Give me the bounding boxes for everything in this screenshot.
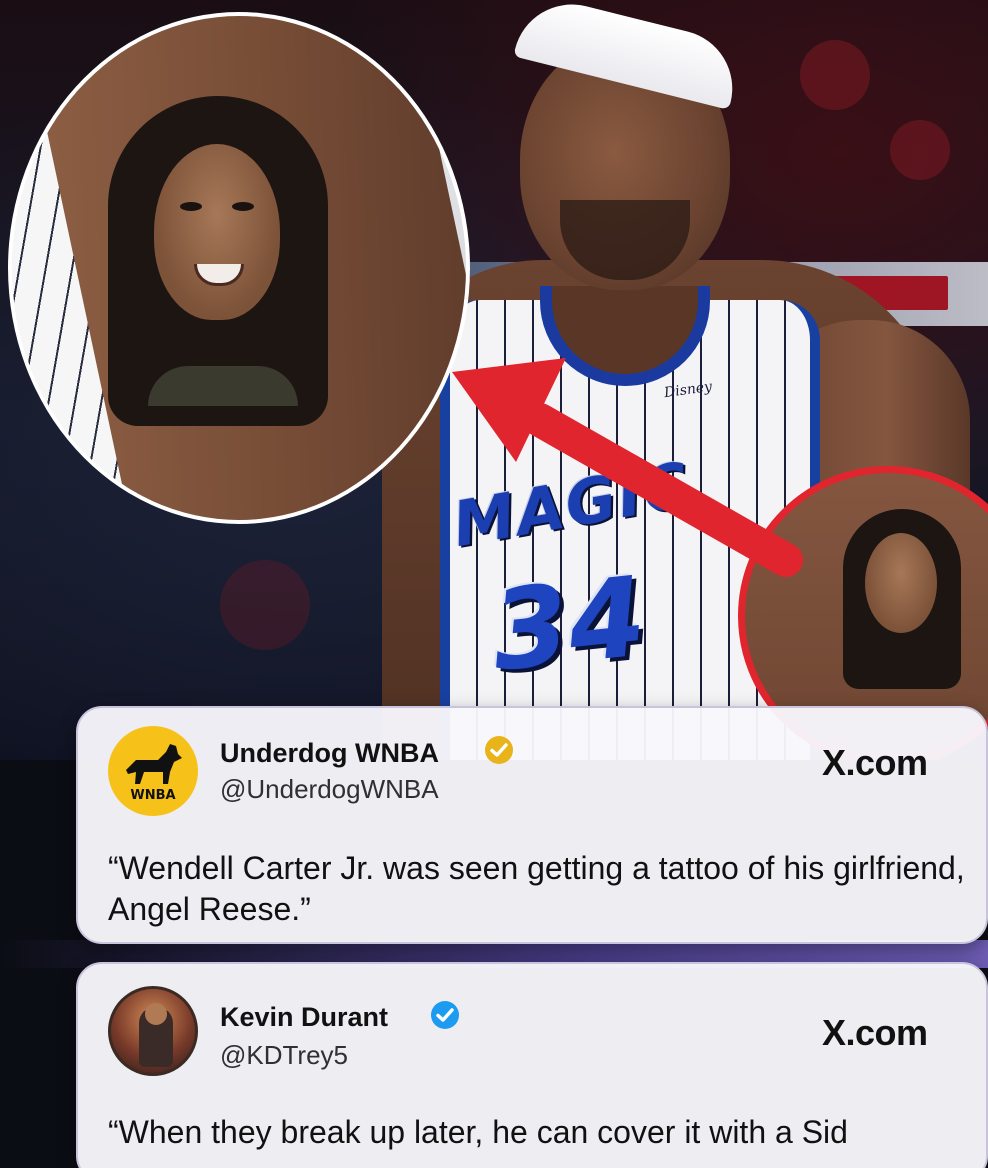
source-label: X.com (822, 742, 928, 783)
tweet-card-underdog[interactable]: WNBA Underdog WNBA @UnderdogWNBA X.com “… (76, 706, 988, 944)
source-label: X.com (822, 1012, 928, 1053)
author-handle[interactable]: @KDTrey5 (220, 1040, 348, 1071)
tweet-text: “When they break up later, he can cover … (108, 1114, 848, 1150)
avatar[interactable] (108, 986, 198, 1076)
dog-icon (126, 744, 182, 784)
wnba-logo-text: WNBA (130, 788, 176, 803)
red-arrow-icon (452, 358, 803, 577)
hero-photo: Disney MAGIC 34 (0, 0, 988, 760)
author-handle[interactable]: @UnderdogWNBA (220, 774, 439, 805)
verified-badge-icon (431, 1001, 459, 1029)
tweet-text: “Wendell Carter Jr. was seen getting a t… (108, 850, 965, 927)
verified-badge-icon (485, 736, 513, 764)
author-name[interactable]: Underdog WNBA (220, 738, 439, 769)
tweet-card-durant[interactable]: Kevin Durant @KDTrey5 X.com “When they b… (76, 962, 988, 1168)
avatar[interactable]: WNBA (108, 726, 198, 816)
author-name[interactable]: Kevin Durant (220, 1002, 388, 1033)
avatar-figure-head (145, 1003, 167, 1025)
